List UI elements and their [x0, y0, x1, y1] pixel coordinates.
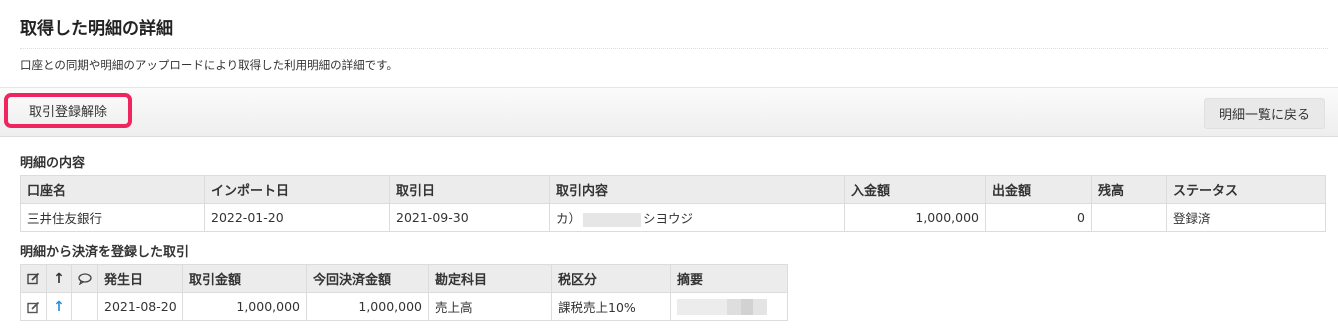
content-cell: カ） シヨウジ	[549, 203, 845, 232]
col-account: 口座名	[20, 175, 205, 204]
col-amount: 取引金額	[182, 264, 307, 293]
comment-header	[71, 264, 98, 293]
content-suffix: シヨウジ	[643, 211, 694, 226]
toolbar: 取引登録解除 明細一覧に戻る	[0, 87, 1338, 137]
col-withdrawal: 出金額	[985, 175, 1092, 204]
col-status: ステータス	[1166, 175, 1326, 204]
arrow-up-icon: ↑	[53, 270, 65, 287]
statement-table: 口座名 インポート日 取引日 取引内容 入金額 出金額 残高 ステータス 三井住…	[20, 175, 1326, 232]
col-deposit: 入金額	[844, 175, 986, 204]
redacted-block	[583, 212, 642, 227]
col-balance: 残高	[1091, 175, 1167, 204]
edit-icon[interactable]	[27, 301, 40, 314]
col-date: 発生日	[97, 264, 183, 293]
title-divider	[20, 48, 1328, 49]
edit-cell[interactable]	[20, 292, 47, 321]
edit-header	[20, 264, 47, 293]
deposit-cell: 1,000,000	[844, 203, 986, 232]
statement-header-row: 口座名 インポート日 取引日 取引内容 入金額 出金額 残高 ステータス	[20, 175, 1326, 204]
account-cell: 三井住友銀行	[20, 203, 205, 232]
col-tax-category: 税区分	[551, 264, 671, 293]
table-row: 三井住友銀行 2022-01-20 2021-09-30 カ） シヨウジ 1,00…	[20, 203, 1326, 232]
redacted-block	[677, 298, 767, 315]
edit-icon	[27, 272, 40, 285]
comment-icon	[77, 272, 92, 285]
comment-cell	[71, 292, 98, 321]
highlight-annotation: 取引登録解除	[4, 93, 132, 128]
balance-cell	[1091, 203, 1167, 232]
arrow-up-cell[interactable]: ↑	[46, 292, 72, 321]
import-date-cell: 2022-01-20	[204, 203, 390, 232]
col-settled-amount: 今回決済金額	[306, 264, 429, 293]
transaction-date-cell: 2021-09-30	[389, 203, 550, 232]
col-memo: 摘要	[670, 264, 788, 293]
status-cell: 登録済	[1166, 203, 1326, 232]
transactions-header-row: ↑ 発生日 取引金額 今回決済金額 勘定科目 税区分 摘要	[20, 264, 1338, 293]
tax-category-cell: 課税売上10%	[551, 292, 671, 321]
settled-amount-cell: 1,000,000	[306, 292, 429, 321]
page-description: 口座との同期や明細のアップロードにより取得した利用明細の詳細です。	[20, 58, 399, 72]
page-title: 取得した明細の詳細	[20, 19, 173, 39]
back-to-list-button[interactable]: 明細一覧に戻る	[1203, 98, 1325, 129]
statement-section-title: 明細の内容	[20, 156, 86, 171]
account-item-cell: 売上高	[428, 292, 552, 321]
col-transaction-date: 取引日	[389, 175, 550, 204]
table-row: ↑ 2021-08-20 1,000,000 1,000,000 売上高 課税売…	[20, 292, 1338, 321]
transactions-table: ↑ 発生日 取引金額 今回決済金額 勘定科目 税区分 摘要 ↑ 2021-08-…	[20, 264, 1338, 321]
memo-cell	[670, 292, 788, 321]
unlink-transaction-button[interactable]: 取引登録解除	[29, 101, 107, 120]
withdrawal-cell: 0	[985, 203, 1092, 232]
col-content: 取引内容	[549, 175, 845, 204]
col-account-item: 勘定科目	[428, 264, 552, 293]
arrow-up-icon[interactable]: ↑	[53, 299, 65, 315]
amount-cell: 1,000,000	[182, 292, 307, 321]
content-prefix: カ）	[556, 211, 582, 226]
arrow-up-header: ↑	[46, 264, 72, 293]
transactions-section-title: 明細から決済を登録した取引	[20, 245, 190, 260]
col-import-date: インポート日	[204, 175, 390, 204]
date-cell: 2021-08-20	[97, 292, 183, 321]
